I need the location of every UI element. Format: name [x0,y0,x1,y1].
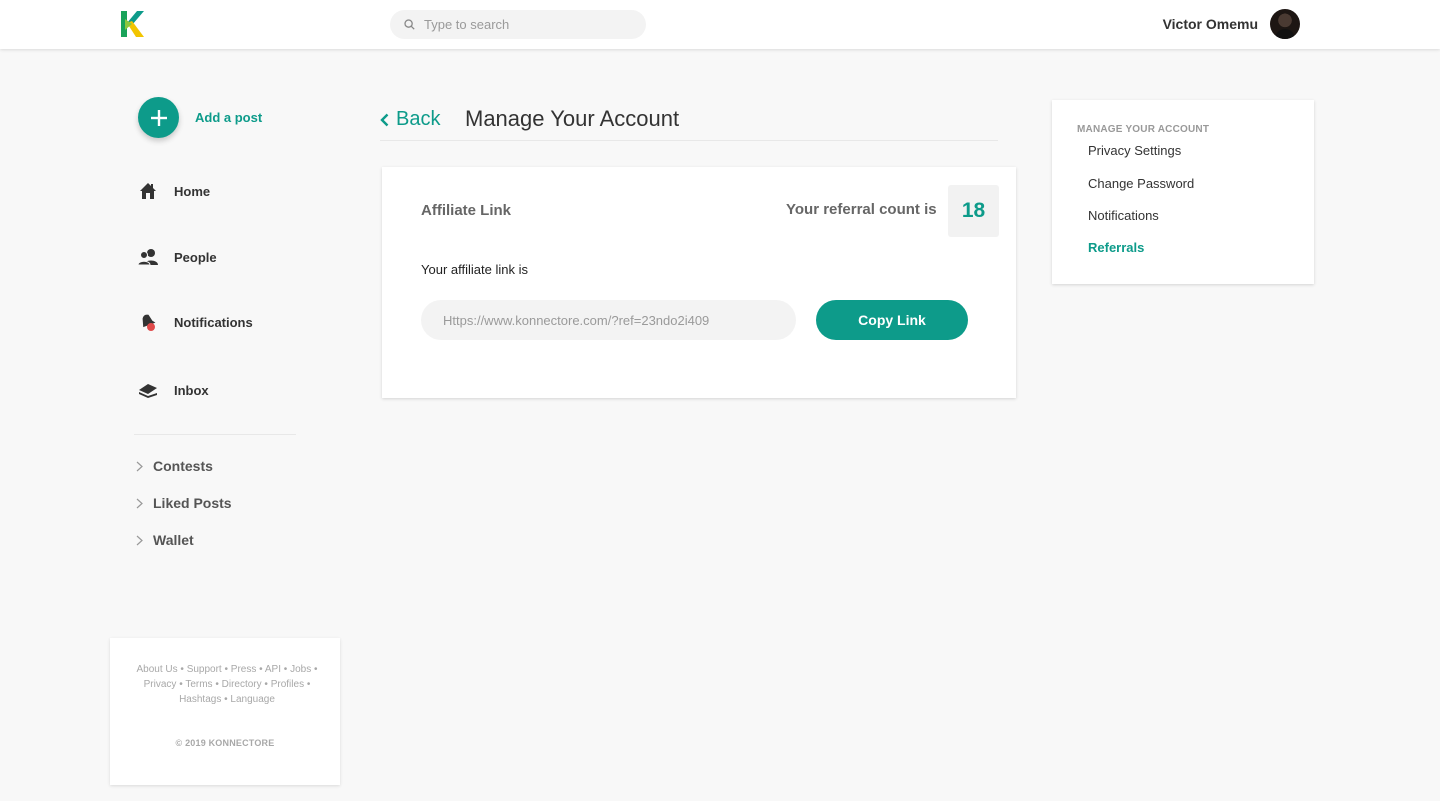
sidebar-item-label: Contests [153,458,213,474]
top-bar: Victor Omemu [0,0,1440,49]
copyright: © 2019 KONNECTORE [175,738,275,748]
notifications-icon [138,312,158,332]
separator: • [264,679,268,690]
sidebar-item-liked-posts[interactable]: Liked Posts [136,495,232,511]
chevron-right-icon [136,498,146,509]
sidebar-item-wallet[interactable]: Wallet [136,532,194,548]
footer-link-language[interactable]: Language [230,694,275,705]
separator: • [224,694,228,705]
page-title: Manage Your Account [465,106,680,131]
menu-item-referrals[interactable]: Referrals [1088,240,1144,255]
chevron-right-icon [136,535,146,546]
footer-link-privacy[interactable]: Privacy [144,679,177,690]
chevron-right-icon [136,461,146,472]
separator: • [179,679,183,690]
separator: • [283,664,288,675]
separator: • [306,679,311,690]
footer-card: About Us • Support • Press • API • Jobs … [110,638,340,785]
search-icon [404,19,415,30]
inbox-icon [138,380,158,400]
back-button[interactable]: Back [380,108,440,131]
footer-link-directory[interactable]: Directory [222,679,262,690]
menu-item-privacy-settings[interactable]: Privacy Settings [1088,143,1181,158]
sidebar-divider [134,434,296,435]
sidebar-item-contests[interactable]: Contests [136,458,213,474]
separator: • [259,664,263,675]
plus-icon [138,97,179,138]
separator: • [224,664,229,675]
separator: • [314,664,318,675]
footer-links: About Us • Support • Press • API • Jobs … [130,662,324,707]
chevron-left-icon [380,113,389,126]
add-post-label: Add a post [195,110,263,125]
nav-people[interactable]: People [138,247,217,267]
footer-link-profiles[interactable]: Profiles [271,679,304,690]
nav-notifications[interactable]: Notifications [138,312,253,332]
nav-notifications-label: Notifications [174,314,253,330]
user-name[interactable]: Victor Omemu [1163,16,1258,32]
nav-inbox-label: Inbox [174,382,209,398]
footer-link-terms[interactable]: Terms [185,679,212,690]
title-divider [380,140,998,141]
affiliate-card: Affiliate Link Your referral count is 18… [382,167,1016,398]
menu-item-change-password[interactable]: Change Password [1088,176,1194,191]
add-post-button[interactable]: Add a post [138,97,262,138]
separator: • [180,664,184,675]
referral-count-badge: 18 [948,185,999,237]
user-avatar[interactable] [1270,9,1300,39]
footer-link-about[interactable]: About Us [136,664,177,675]
footer-link-press[interactable]: Press [231,664,257,675]
konnectore-logo[interactable] [120,10,144,38]
search-bar[interactable] [390,10,646,39]
account-menu-heading: MANAGE YOUR ACCOUNT [1077,124,1210,135]
footer-link-api[interactable]: API [265,664,281,675]
menu-item-notifications[interactable]: Notifications [1088,208,1159,223]
home-icon [138,181,158,201]
footer-link-hashtags[interactable]: Hashtags [179,694,221,705]
nav-home-label: Home [174,183,211,199]
account-menu-panel: MANAGE YOUR ACCOUNT Privacy Settings Cha… [1052,100,1314,284]
referral-count-label: Your referral count is [786,201,937,218]
nav-inbox[interactable]: Inbox [138,380,209,400]
footer-link-jobs[interactable]: Jobs [290,664,311,675]
footer-link-support[interactable]: Support [187,664,222,675]
sidebar-item-label: Liked Posts [153,495,232,511]
nav-home[interactable]: Home [138,181,210,201]
affiliate-link-label: Your affiliate link is [421,262,528,277]
search-input[interactable] [424,17,624,32]
people-icon [138,247,158,267]
sidebar-item-label: Wallet [153,532,194,548]
affiliate-link-field[interactable] [421,300,796,340]
copy-link-button[interactable]: Copy Link [816,300,968,340]
nav-people-label: People [174,249,217,265]
back-label: Back [396,108,441,130]
card-title: Affiliate Link [421,202,512,219]
separator: • [215,679,219,690]
